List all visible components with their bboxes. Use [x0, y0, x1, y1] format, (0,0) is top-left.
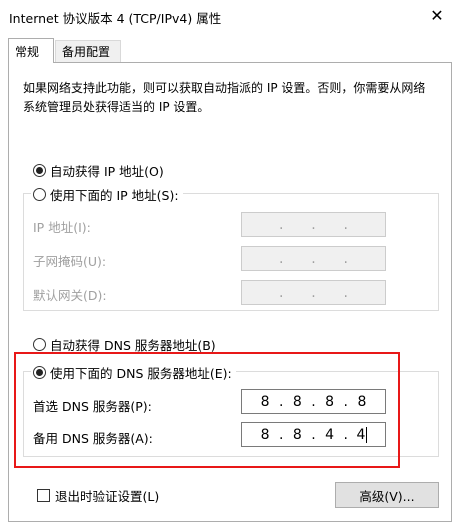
window-title: Internet 协议版本 4 (TCP/IPv4) 属性 — [9, 11, 222, 26]
tab-alternate-config[interactable]: 备用配置 — [55, 40, 121, 62]
octet: 8 — [292, 393, 302, 410]
octet-dot: . — [311, 284, 316, 301]
octet: 8 — [325, 393, 335, 410]
radio-manual-dns[interactable]: 使用下面的 DNS 服务器地址(E): — [31, 363, 236, 382]
octet: 4 — [356, 426, 366, 443]
radio-auto-ip-label: 自动获得 IP 地址(O) — [50, 164, 164, 179]
default-gateway-label: 默认网关(D): — [33, 288, 107, 303]
preferred-dns-input[interactable]: 8. 8. 8. 8 — [241, 389, 386, 414]
alternate-dns-label: 备用 DNS 服务器(A): — [33, 431, 153, 446]
octet-dot: . — [343, 216, 348, 233]
octet-dot: . — [278, 216, 284, 233]
advanced-button[interactable]: 高级(V)... — [335, 482, 439, 508]
radio-manual-ip-label: 使用下面的 IP 地址(S): — [50, 188, 179, 203]
description-text: 如果网络支持此功能，则可以获取自动指派的 IP 设置。否则，你需要从网络系统管理… — [23, 81, 426, 114]
title-bar: Internet 协议版本 4 (TCP/IPv4) 属性 ✕ — [0, 0, 460, 31]
octet: 4 — [325, 426, 335, 443]
radio-auto-dns[interactable]: 自动获得 DNS 服务器地址(B) — [33, 335, 216, 354]
radio-manual-dns-indicator — [33, 366, 46, 379]
octet-dot: . — [311, 216, 316, 233]
tab-general-label: 常规 — [15, 44, 40, 59]
radio-auto-dns-label: 自动获得 DNS 服务器地址(B) — [50, 338, 216, 353]
octet-dot: . — [278, 250, 284, 267]
ip-address-input[interactable]: . . . — [241, 212, 386, 237]
tab-alternate-config-label: 备用配置 — [62, 45, 111, 59]
radio-manual-ip[interactable]: 使用下面的 IP 地址(S): — [31, 185, 183, 204]
subnet-mask-label: 子网掩码(U): — [33, 254, 107, 269]
general-panel: 如果网络支持此功能，则可以获取自动指派的 IP 设置。否则，你需要从网络系统管理… — [8, 62, 452, 522]
octet: 8 — [292, 426, 302, 443]
ip-address-label: IP 地址(I): — [33, 220, 91, 235]
radio-manual-dns-label: 使用下面的 DNS 服务器地址(E): — [50, 366, 232, 381]
radio-auto-ip-indicator — [33, 164, 46, 177]
radio-auto-dns-indicator — [33, 338, 46, 351]
tab-general[interactable]: 常规 — [8, 38, 54, 63]
octet-dot: . — [343, 284, 348, 301]
validate-checkbox-box — [37, 489, 50, 502]
text-caret — [366, 426, 368, 443]
default-gateway-input[interactable]: . . . — [241, 280, 386, 305]
octet-dot: . — [278, 426, 284, 443]
octet-dot: . — [311, 393, 316, 410]
validate-on-exit-checkbox[interactable]: 退出时验证设置(L) — [37, 486, 159, 505]
octet-dot: . — [311, 426, 316, 443]
validate-checkbox-label: 退出时验证设置(L) — [55, 489, 160, 504]
close-icon: ✕ — [430, 6, 444, 25]
octet: 8 — [357, 393, 367, 410]
octet-dot: . — [343, 426, 348, 443]
octet-dot: . — [278, 284, 284, 301]
octet-with-caret: 4 — [353, 426, 371, 443]
octet: 8 — [260, 426, 270, 443]
octet-dot: . — [343, 393, 348, 410]
octet-dot: . — [311, 250, 316, 267]
preferred-dns-label: 首选 DNS 服务器(P): — [33, 399, 152, 414]
radio-manual-ip-indicator — [33, 188, 46, 201]
octet-dot: . — [343, 250, 348, 267]
advanced-button-label: 高级(V)... — [359, 488, 415, 504]
subnet-mask-input[interactable]: . . . — [241, 246, 386, 271]
octet: 8 — [260, 393, 270, 410]
close-button[interactable]: ✕ — [414, 0, 460, 31]
alternate-dns-input[interactable]: 8. 8. 4. 4 — [241, 422, 386, 447]
radio-auto-ip[interactable]: 自动获得 IP 地址(O) — [33, 161, 164, 180]
octet-dot: . — [278, 393, 284, 410]
